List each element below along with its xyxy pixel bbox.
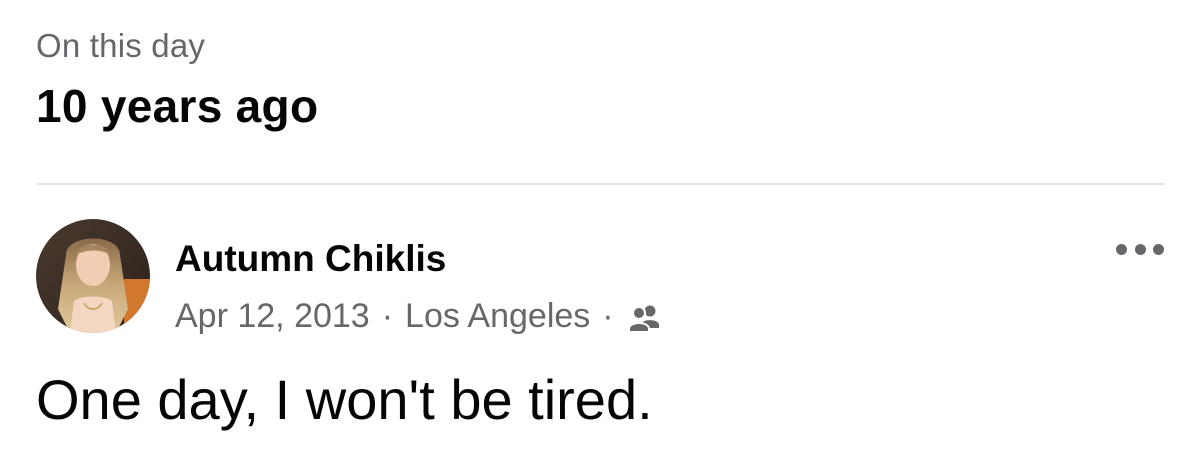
post-text: One day, I won't be tired. xyxy=(36,368,653,431)
section-divider xyxy=(36,183,1165,185)
more-dot xyxy=(1134,243,1146,255)
author-name[interactable]: Autumn Chiklis xyxy=(175,237,446,281)
post-location[interactable]: Los Angeles xyxy=(405,295,590,337)
post-date[interactable]: Apr 12, 2013 xyxy=(175,295,370,337)
post-meta: Apr 12, 2013 · Los Angeles · xyxy=(175,295,662,337)
more-options-icon[interactable] xyxy=(1116,239,1164,259)
meta-separator: · xyxy=(381,297,394,335)
memory-headline: 10 years ago xyxy=(36,80,319,132)
friends-audience-icon[interactable] xyxy=(627,301,662,333)
more-dot xyxy=(1116,243,1127,255)
more-dot xyxy=(1153,243,1164,255)
avatar[interactable] xyxy=(36,219,150,333)
memory-eyebrow: On this day xyxy=(36,27,206,64)
memory-header: On this day 10 years ago xyxy=(36,26,318,134)
meta-separator: · xyxy=(602,297,614,335)
post-header: Autumn Chiklis Apr 12, 2013 · Los Angele… xyxy=(36,219,1166,335)
